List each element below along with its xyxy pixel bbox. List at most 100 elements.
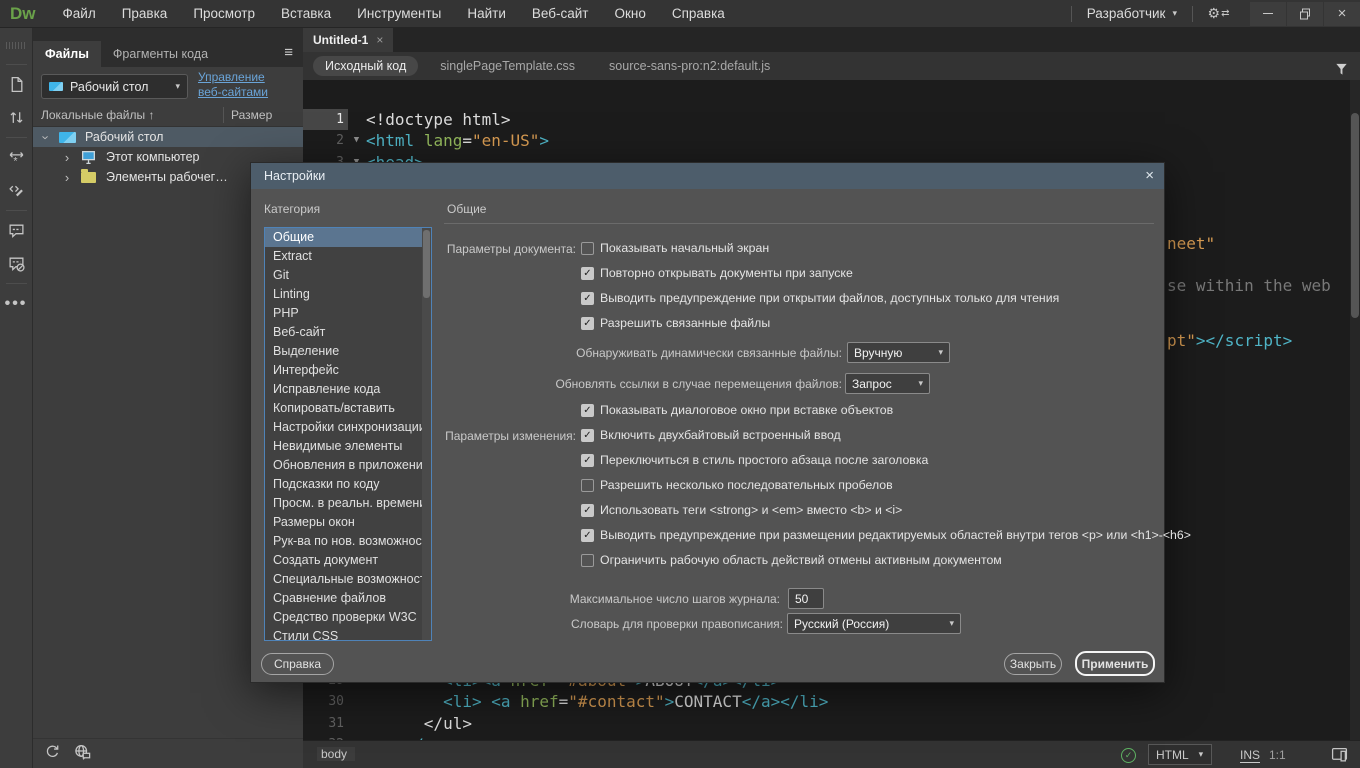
more-ellipsis-icon[interactable]: ••• (0, 287, 33, 320)
minimize-button[interactable] (1250, 2, 1286, 26)
pref-checkbox-row[interactable]: ✓Переключиться в стиль простого абзаца п… (581, 453, 928, 467)
pref-checkbox-row[interactable]: Разрешить несколько последовательных про… (581, 478, 893, 492)
dropdown[interactable]: Запрос▾ (845, 373, 930, 394)
menu-item-4[interactable]: Инструменты (344, 0, 454, 28)
chevron-down-icon: ▾ (1172, 8, 1177, 19)
collapse-icon[interactable]: › (39, 132, 54, 142)
divider (1071, 6, 1072, 22)
fold-arrow-icon[interactable]: ▼ (348, 130, 365, 151)
checkbox[interactable]: ✓ (581, 454, 594, 467)
pref-checkbox-row[interactable]: Ограничить рабочую область действий отме… (581, 553, 1002, 567)
pref-checkbox-row[interactable]: ✓ Показывать диалоговое окно при вставке … (581, 403, 893, 417)
refresh-icon[interactable] (44, 743, 61, 765)
panel-menu-icon[interactable]: ≡ (274, 41, 303, 67)
site-reports-icon[interactable] (74, 743, 91, 765)
checkbox-label: Включить двухбайтовый встроенный ввод (600, 428, 841, 442)
dialog-titlebar[interactable]: Настройки (251, 163, 1164, 189)
checkbox[interactable]: ✓ (581, 529, 594, 542)
menu-item-0[interactable]: Файл (50, 0, 109, 28)
checkbox[interactable] (581, 479, 594, 492)
pref-checkbox-row[interactable]: ✓Выводить предупреждение при размещении … (581, 528, 1191, 542)
editor-scrollbar[interactable] (1350, 80, 1360, 768)
group-label: Параметры изменения: (445, 429, 576, 443)
workspace-switcher[interactable]: Разработчик ▾ (1081, 6, 1183, 21)
column-size[interactable]: Размер (231, 108, 272, 122)
panel-tab-1[interactable]: Фрагменты кода (101, 41, 220, 67)
updown-arrows-icon[interactable] (0, 101, 33, 134)
code-text: <li> <a href="#contact">CONTACT</a></li> (365, 691, 828, 712)
document-tab-title: Untitled-1 (313, 33, 368, 47)
text-input[interactable]: 50 (788, 588, 824, 609)
restore-button[interactable] (1287, 2, 1323, 26)
comment-off-icon[interactable] (0, 247, 33, 280)
menu-item-5[interactable]: Найти (454, 0, 519, 28)
checkbox[interactable]: ✓ (581, 504, 594, 517)
close-dialog-button[interactable]: Закрыть (1004, 653, 1062, 675)
checkbox[interactable]: ✓ (581, 317, 594, 330)
menu-item-7[interactable]: Окно (601, 0, 658, 28)
tag-selector[interactable]: body (317, 747, 355, 761)
menu-item-2[interactable]: Просмотр (180, 0, 268, 28)
related-file-1[interactable]: singlePageTemplate.css (428, 56, 587, 76)
new-document-icon[interactable] (0, 68, 33, 101)
dropdown[interactable]: Вручную▾ (847, 342, 950, 363)
checkbox[interactable] (581, 242, 594, 255)
expand-icon[interactable]: › (62, 170, 72, 185)
document-tab[interactable]: Untitled-1 × (303, 28, 393, 52)
expand-icon[interactable]: › (62, 150, 72, 165)
pref-checkbox-row[interactable]: ✓Повторно открывать документы при запуск… (581, 266, 853, 280)
word-wrap-icon[interactable]: * (0, 141, 33, 174)
panel-tab-0[interactable]: Файлы (33, 41, 101, 67)
related-file-0[interactable]: Исходный код (313, 56, 418, 76)
tree-row-label: Элементы рабочег… (106, 170, 228, 184)
manage-sites-link[interactable]: Управление веб-сайтами (198, 70, 284, 100)
dialog-close-icon[interactable]: × (1145, 163, 1154, 189)
code-line-1[interactable]: 1<!doctype html> (303, 109, 1348, 130)
field-label: Обновлять ссылки в случае перемещения фа… (555, 377, 842, 391)
checkbox[interactable]: ✓ (581, 404, 594, 417)
pref-checkbox-row[interactable]: ✓Использовать теги <strong> и <em> вмест… (581, 503, 902, 517)
tree-row-label: Рабочий стол (85, 130, 163, 144)
pref-row-0: Параметры документа:Показывать начальный… (251, 241, 1166, 258)
close-tab-icon[interactable]: × (376, 33, 383, 47)
pref-row-2: ✓Выводить предупреждение при открытии фа… (251, 291, 1166, 308)
device-preview-icon[interactable] (1331, 746, 1348, 766)
checkbox[interactable]: ✓ (581, 267, 594, 280)
toolbar-divider (6, 137, 27, 138)
pref-checkbox-row[interactable]: Показывать начальный экран (581, 241, 769, 255)
doc-type-select[interactable]: HTML ▾ (1148, 744, 1212, 765)
section-title: Общие (447, 202, 486, 216)
gear-sync-icon[interactable]: ⚙⇄ (1202, 0, 1235, 30)
help-button[interactable]: Справка (261, 653, 334, 675)
tree-row-0[interactable]: › Рабочий стол (33, 127, 303, 147)
code-line-30[interactable]: 30 <li> <a href="#contact">CONTACT</a></… (303, 691, 1348, 712)
checkbox-label: Ограничить рабочую область действий отме… (600, 553, 1002, 567)
comment-icon[interactable] (0, 214, 33, 247)
menu-item-8[interactable]: Справка (659, 0, 738, 28)
pref-checkbox-row[interactable]: ✓Разрешить связанные файлы (581, 316, 770, 330)
dropdown[interactable]: Русский (Россия)▾ (787, 613, 961, 634)
menu-item-1[interactable]: Правка (109, 0, 181, 28)
insert-mode-toggle[interactable]: INS (1240, 748, 1260, 763)
code-line-31[interactable]: 31 </ul> (303, 713, 1348, 734)
column-local-files[interactable]: Локальные файлы ↑ (41, 108, 154, 122)
checkbox[interactable]: ✓ (581, 292, 594, 305)
checkbox-label: Показывать диалоговое окно при вставке о… (600, 403, 893, 417)
checkbox[interactable] (581, 554, 594, 567)
apply-button[interactable]: Применить (1075, 651, 1155, 676)
pref-checkbox-row[interactable]: ✓Выводить предупреждение при открытии фа… (581, 291, 1059, 305)
code-edit-icon[interactable] (0, 174, 33, 207)
category-item-18[interactable]: Специальные возможности (265, 570, 431, 589)
filter-funnel-icon[interactable] (1330, 58, 1352, 80)
menu-item-3[interactable]: Вставка (268, 0, 344, 28)
code-line-2[interactable]: 2▼<html lang="en-US"> (303, 130, 1348, 151)
menu-item-6[interactable]: Веб-сайт (519, 0, 602, 28)
scrollbar-thumb[interactable] (1351, 113, 1359, 318)
site-select[interactable]: Рабочий стол ▾ (41, 74, 188, 99)
close-button[interactable]: × (1324, 2, 1360, 26)
statusbar: body ✓ HTML ▾ INS 1:1 (303, 740, 1360, 768)
checkbox[interactable]: ✓ (581, 429, 594, 442)
pref-row-3: ✓Разрешить связанные файлы (251, 316, 1166, 333)
related-file-2[interactable]: source-sans-pro:n2:default.js (597, 56, 782, 76)
pref-checkbox-row[interactable]: ✓ Включить двухбайтовый встроенный ввод (581, 428, 841, 442)
